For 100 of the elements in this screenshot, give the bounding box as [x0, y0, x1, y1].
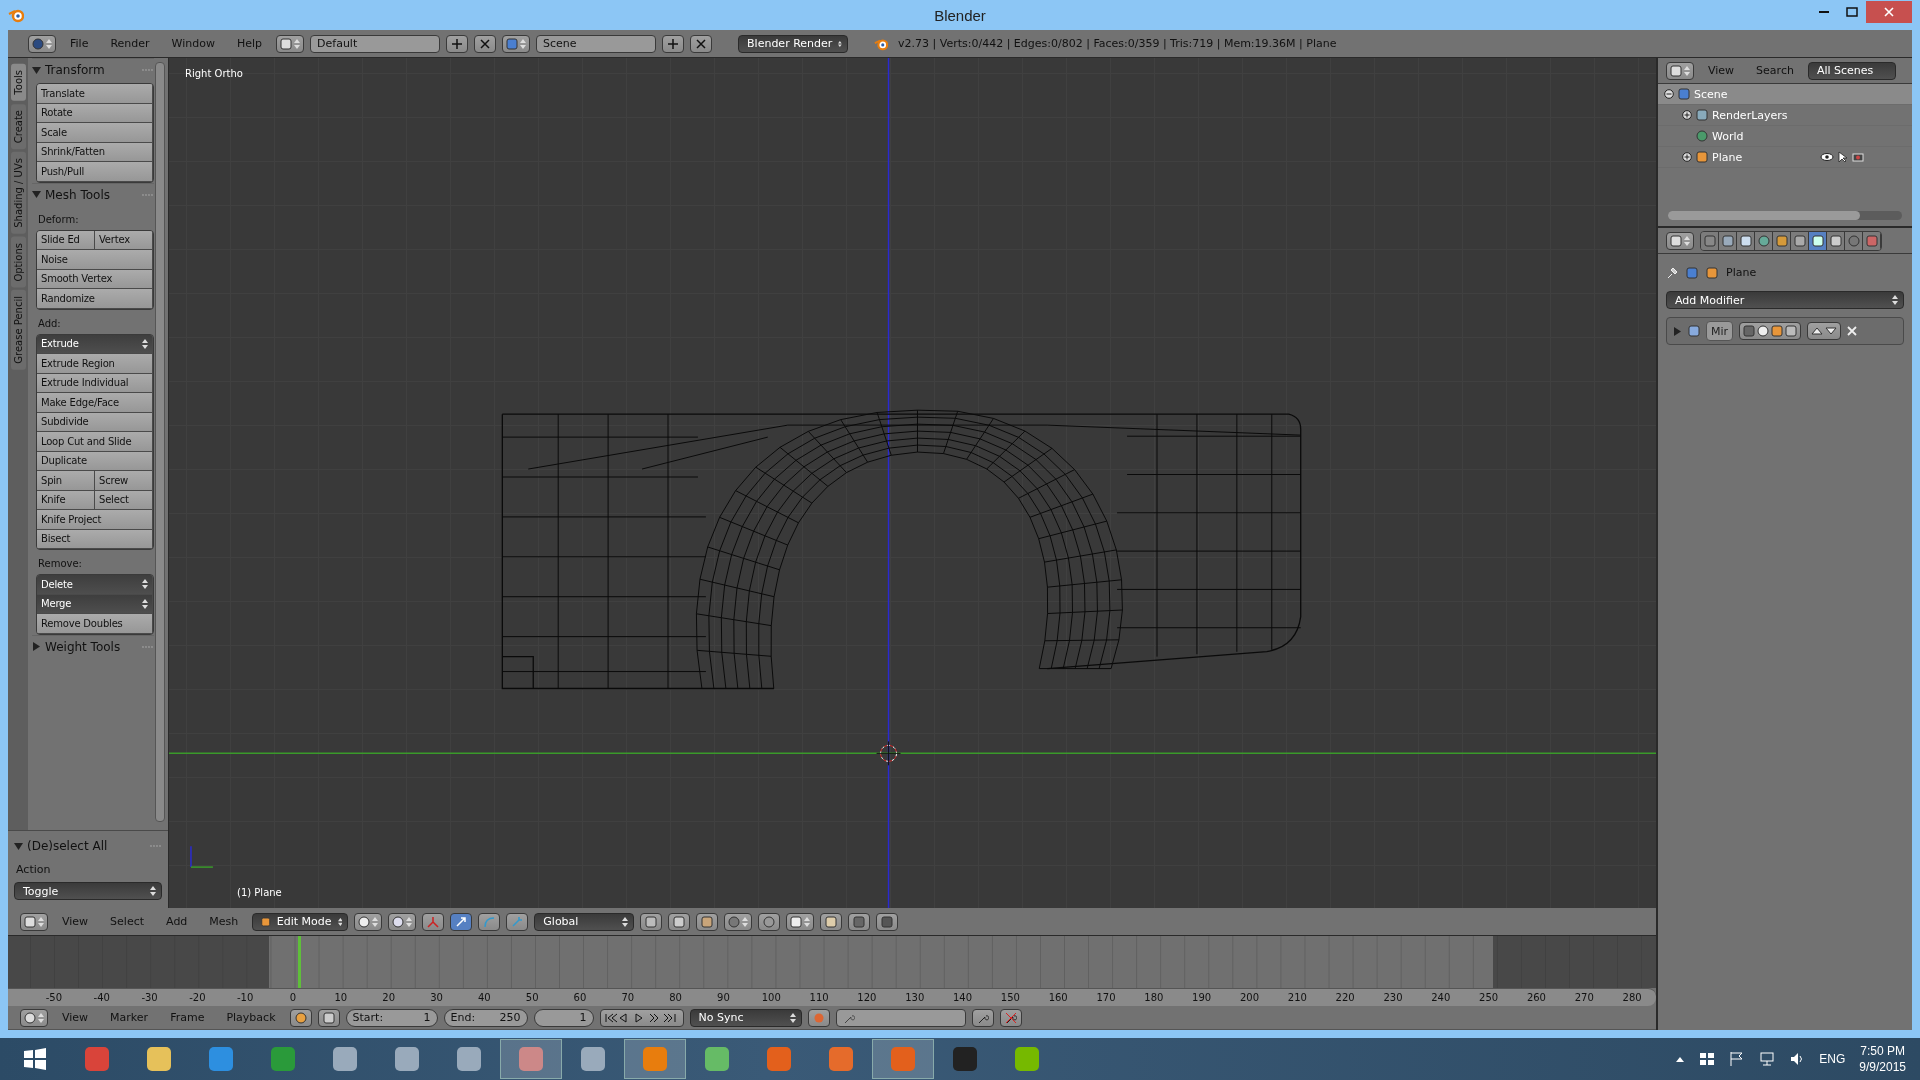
- tool-button[interactable]: Scale: [37, 123, 153, 143]
- properties-tab[interactable]: [1809, 231, 1827, 250]
- menu-item[interactable]: Select: [102, 915, 153, 928]
- vertex-select-button[interactable]: [640, 912, 663, 931]
- playback-controls[interactable]: [599, 1008, 684, 1027]
- tool-button[interactable]: Randomize: [37, 289, 153, 309]
- panel-title[interactable]: Weight Tools: [45, 639, 121, 654]
- orientation-dropdown[interactable]: Global: [534, 912, 635, 931]
- editor-type-button[interactable]: [1666, 231, 1694, 250]
- render-engine-dropdown[interactable]: Blender Render: [738, 34, 849, 53]
- tool-button[interactable]: Shrink/Fatten: [37, 142, 153, 162]
- tool-button[interactable]: Knife: [37, 490, 95, 510]
- insert-keyframe-button[interactable]: [971, 1008, 994, 1027]
- scrollbar[interactable]: [155, 62, 165, 822]
- tool-button[interactable]: Vertex: [95, 230, 153, 250]
- menu-item[interactable]: Add: [158, 915, 196, 928]
- keying-set-field[interactable]: [835, 1008, 966, 1027]
- tool-button[interactable]: Select: [95, 490, 153, 510]
- menu-item[interactable]: Search: [1748, 64, 1802, 77]
- menu-item[interactable]: Frame: [162, 1011, 213, 1024]
- editor-type-button[interactable]: [1666, 61, 1694, 80]
- render-animation-button[interactable]: [876, 912, 899, 931]
- menu-item[interactable]: View: [54, 1011, 97, 1024]
- current-frame-field[interactable]: 1: [533, 1008, 594, 1027]
- render-image-button[interactable]: [848, 912, 871, 931]
- editor-type-button[interactable]: [28, 34, 56, 53]
- translate-manipulator-button[interactable]: [450, 912, 473, 931]
- menu-item[interactable]: Playback: [218, 1011, 284, 1024]
- properties-tab[interactable]: [1719, 231, 1737, 250]
- menu-item[interactable]: Help: [228, 37, 271, 50]
- scene-type-button[interactable]: [502, 34, 531, 53]
- tool-shelf-tab[interactable]: Tools: [10, 64, 26, 101]
- snap-toggle[interactable]: [758, 912, 781, 931]
- menu-item[interactable]: View: [54, 915, 97, 928]
- display-filter-dropdown[interactable]: All Scenes: [1807, 61, 1896, 80]
- tool-button[interactable]: Screw: [95, 471, 153, 491]
- tool-button[interactable]: Rotate: [37, 103, 153, 123]
- layers-button[interactable]: [820, 912, 843, 931]
- tool-shelf-tab[interactable]: Options: [10, 236, 26, 288]
- tool-button[interactable]: Spin: [37, 471, 95, 491]
- menu-item[interactable]: Render: [102, 37, 158, 50]
- menu-item[interactable]: View: [1700, 64, 1743, 77]
- snap-element-dropdown[interactable]: [786, 912, 815, 931]
- menu-item[interactable]: Window: [163, 37, 223, 50]
- close-icon[interactable]: [1847, 326, 1858, 336]
- tool-button[interactable]: Slide Ed: [37, 230, 95, 250]
- sync-mode-dropdown[interactable]: No Sync: [689, 1008, 802, 1027]
- tool-button[interactable]: Subdivide: [37, 412, 153, 432]
- tool-shelf-tab[interactable]: Create: [10, 103, 26, 149]
- editor-type-button[interactable]: [20, 912, 48, 931]
- delete-screen-button[interactable]: [474, 34, 497, 53]
- tool-button[interactable]: Translate: [37, 84, 153, 104]
- preview-range-button[interactable]: [289, 1008, 312, 1027]
- modifier-name-field[interactable]: Mir: [1706, 321, 1734, 341]
- delete-scene-button[interactable]: [690, 34, 713, 53]
- proportional-edit-dropdown[interactable]: [724, 912, 753, 931]
- outliner-row[interactable]: RenderLayers: [1658, 105, 1912, 126]
- tool-button[interactable]: Smooth Vertex: [37, 269, 153, 289]
- tool-button[interactable]: Push/Pull: [37, 162, 153, 182]
- tool-dropdown[interactable]: Delete: [37, 575, 153, 595]
- scale-manipulator-button[interactable]: [506, 912, 529, 931]
- tool-button[interactable]: Loop Cut and Slide: [37, 432, 153, 452]
- editor-type-button[interactable]: [20, 1008, 48, 1027]
- modifier-visibility-toggles[interactable]: [1739, 322, 1802, 340]
- tool-button[interactable]: Noise: [37, 250, 153, 270]
- start-frame-field[interactable]: Start: 1: [345, 1008, 438, 1027]
- outliner-row[interactable]: World: [1658, 126, 1912, 147]
- panel-title[interactable]: (De)select All: [27, 839, 108, 853]
- delete-keyframe-button[interactable]: [999, 1008, 1022, 1027]
- frame-ruler[interactable]: -50 -40 -30 -20 -10 0 10 20 30 40 50 60 70 80 90 100 110 120 130 140 150 160 170 180 190 200 210 220 230 240 250 260 270 280: [8, 988, 1656, 1006]
- layout-type-button[interactable]: [276, 34, 305, 53]
- properties-tab[interactable]: [1755, 231, 1773, 250]
- tool-button[interactable]: Remove Doubles: [37, 614, 153, 634]
- pivot-dropdown[interactable]: [354, 912, 383, 931]
- tool-button[interactable]: Bisect: [37, 529, 153, 549]
- action-dropdown[interactable]: Toggle: [14, 882, 162, 900]
- move-modifier-buttons[interactable]: [1807, 322, 1842, 340]
- scene-field[interactable]: Scene: [536, 34, 657, 53]
- screen-layout-field[interactable]: Default: [310, 34, 441, 53]
- lock-button[interactable]: [317, 1008, 340, 1027]
- panel-title[interactable]: Transform: [45, 63, 105, 77]
- outliner-row[interactable]: Plane: [1658, 147, 1912, 168]
- menu-item[interactable]: Mesh: [201, 915, 247, 928]
- menu-item[interactable]: Marker: [102, 1011, 157, 1024]
- tool-button[interactable]: Make Edge/Face: [37, 393, 153, 413]
- end-frame-field[interactable]: End: 250: [443, 1008, 528, 1027]
- menu-item[interactable]: File: [62, 37, 97, 50]
- add-screen-button[interactable]: [446, 34, 469, 53]
- panel-title[interactable]: Mesh Tools: [45, 187, 110, 202]
- properties-tab[interactable]: [1737, 231, 1755, 250]
- clock[interactable]: 7:50 PM 9/9/2015: [1859, 1044, 1906, 1074]
- add-scene-button[interactable]: [662, 34, 685, 53]
- tool-shelf-tab[interactable]: Grease Pencil: [10, 290, 26, 370]
- properties-tab[interactable]: [1827, 231, 1845, 250]
- mode-dropdown[interactable]: Edit Mode: [252, 912, 349, 931]
- shading-dropdown[interactable]: [388, 912, 417, 931]
- manipulator-toggle[interactable]: [422, 912, 445, 931]
- tool-button[interactable]: Knife Project: [37, 510, 153, 530]
- input-language[interactable]: ENG: [1819, 1052, 1846, 1066]
- tool-button[interactable]: Extrude Individual: [37, 373, 153, 393]
